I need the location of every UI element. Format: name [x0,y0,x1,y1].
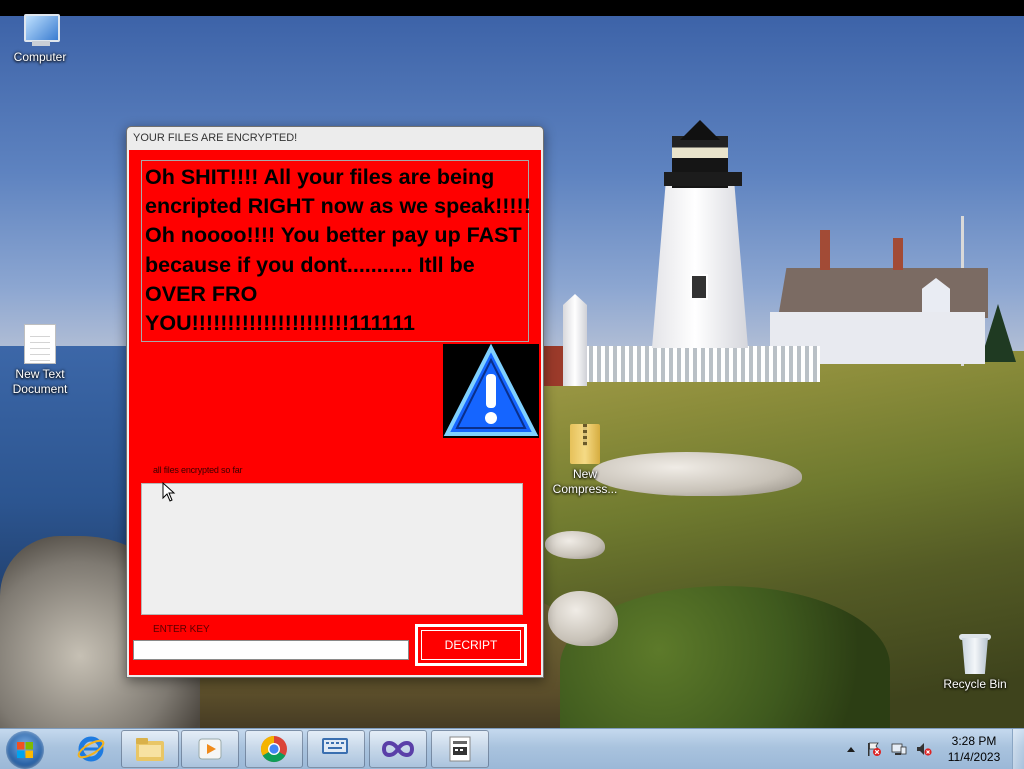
desktop-icon-label: Recycle Bin [943,677,1007,691]
window-client-area: Oh SHIT!!!! All your files are being enc… [129,150,541,675]
desktop-icon-new-compressed-folder[interactable]: New Compress... [545,424,625,497]
wallpaper-fence [585,346,820,382]
wallpaper-house-roof [778,268,988,318]
desktop-icon-recycle-bin[interactable]: Recycle Bin [935,632,1015,692]
computer-icon [20,14,60,48]
files-encrypted-label: all files encrypted so far [153,465,243,475]
desktop-icon-label: Computer [13,50,67,64]
warning-icon [443,343,539,438]
decrypt-button-label: DECRIPT [444,638,498,652]
wallpaper-lighthouse [652,186,748,348]
taskbar-media-player[interactable] [181,730,239,768]
infinity-app-icon [381,741,415,757]
desktop-icon-new-text-document[interactable]: New Text Document [0,324,80,397]
taskbar-chrome[interactable] [245,730,303,768]
file-explorer-icon [136,738,164,761]
zip-folder-icon [570,424,600,464]
mouse-cursor-icon [162,482,176,502]
window-title: YOUR FILES ARE ENCRYPTED! [133,132,298,144]
media-player-icon [198,738,222,760]
decrypt-button[interactable]: DECRIPT [415,624,527,666]
windows-logo-icon [17,742,33,758]
action-center-flag-icon[interactable] [866,741,882,757]
desktop-icon-label: New Text Document [12,367,68,396]
desktop-icon-computer[interactable]: Computer [0,14,80,65]
internet-explorer-icon [77,736,105,762]
wallpaper-lighthouse-window [690,274,708,300]
wallpaper-chimney [820,230,830,270]
start-button[interactable] [6,731,44,769]
ransom-window: YOUR FILES ARE ENCRYPTED! Oh SHIT!!!! Al… [126,126,544,678]
taskbar-on-screen-keyboard[interactable] [307,730,365,768]
clock-time: 3:28 PM [951,734,997,748]
taskbar-internet-explorer[interactable] [62,730,120,768]
text-document-icon [24,324,56,364]
wallpaper-chimney [893,238,903,270]
taskbar-ransomware-app[interactable] [431,730,489,768]
network-icon[interactable] [891,741,907,757]
key-input[interactable] [133,640,409,660]
desktop-icon-label: New Compress... [552,467,618,496]
ransom-message: Oh SHIT!!!! All your files are being enc… [145,165,531,336]
wallpaper-lighthouse-gallery [664,172,742,186]
taskbar-file-explorer[interactable] [121,730,179,768]
clock-date: 11/4/2023 [947,750,1001,764]
ransom-message-box: Oh SHIT!!!! All your files are being enc… [141,160,531,342]
encrypted-files-list[interactable] [141,483,523,615]
on-screen-keyboard-icon [322,738,348,754]
taskbar-infinity-app[interactable] [369,730,427,768]
enter-key-label: ENTER KEY [153,624,210,635]
wallpaper-boulder [545,531,605,559]
recycle-bin-icon [958,632,992,674]
volume-muted-icon[interactable] [916,741,932,757]
wallpaper-lighthouse-cap [680,120,720,140]
taskbar-clock[interactable]: 3:28 PM 11/4/2023 [944,733,1004,765]
ransomware-app-icon [449,736,471,762]
wallpaper-small-tower [563,294,587,386]
show-hidden-icons-icon[interactable] [843,741,859,757]
taskbar: 3:28 PM 11/4/2023 [0,728,1024,769]
show-desktop-button[interactable] [1012,729,1024,769]
chrome-icon [260,735,287,763]
